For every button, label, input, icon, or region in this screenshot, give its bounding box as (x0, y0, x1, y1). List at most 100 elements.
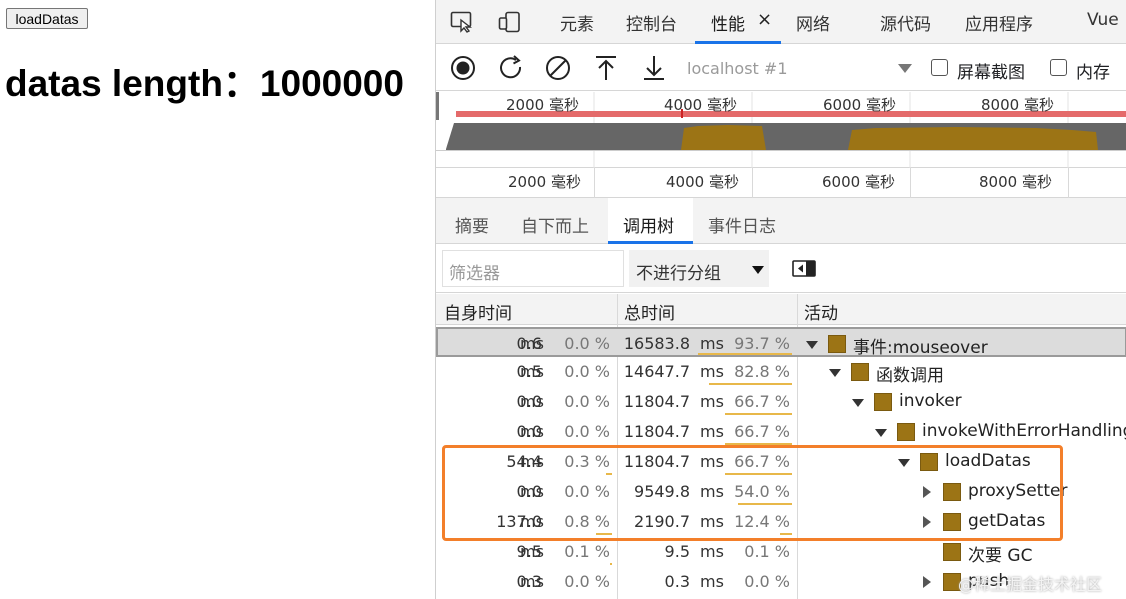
self-time-unit: ms (520, 572, 544, 591)
column-activity[interactable]: 活动 (804, 299, 838, 324)
self-time-percent: 0.0 % (564, 572, 610, 591)
total-time-bar (725, 413, 792, 415)
chevron-down-icon (806, 341, 818, 349)
call-tree-row[interactable]: 9.5 ms 0.1 % 9.5 ms 0.1 % 次要 GC (436, 537, 1126, 567)
chevron-down-icon (752, 266, 764, 274)
tab-event-log[interactable]: 事件日志 (708, 212, 776, 237)
activity-name: invoker (899, 391, 962, 411)
grouping-select-value: 不进行分组 (636, 264, 721, 284)
ruler-tick: 4000 毫秒 (666, 173, 739, 191)
download-profile-icon[interactable] (640, 54, 668, 82)
self-time-unit: ms (520, 422, 544, 441)
active-subtab-indicator (608, 241, 693, 244)
tab-network[interactable]: 网络 (796, 10, 830, 35)
page-viewport: loadDatas datas length：1000000 (0, 0, 435, 599)
call-tree-row[interactable]: 0.5 ms 0.0 % 14647.7 ms 82.8 % 函数调用 (436, 357, 1126, 387)
self-time-percent: 0.0 % (564, 392, 610, 411)
screenshots-label: 屏幕截图 (957, 63, 1025, 83)
overview-tick: 2000 毫秒 (506, 96, 579, 114)
call-tree-header: 自身时间 总时间 活动 (436, 294, 1126, 325)
upload-profile-icon[interactable] (592, 54, 620, 82)
total-time-unit: ms (700, 392, 724, 411)
self-time-percent: 0.1 % (564, 542, 610, 561)
reload-record-icon[interactable] (497, 54, 525, 82)
total-time-unit: ms (700, 362, 724, 381)
ruler-tick: 2000 毫秒 (508, 173, 581, 191)
timeline-overview[interactable]: 2000 毫秒 4000 毫秒 6000 毫秒 8000 毫秒 (436, 92, 1126, 168)
activity-color-swatch (851, 363, 869, 381)
screenshots-checkbox[interactable] (931, 59, 948, 76)
total-time-value: 14647.7 (623, 362, 690, 381)
performance-toolbar: localhost #1 屏幕截图 内存 (436, 45, 1126, 91)
total-time-value: 9.5 (664, 542, 690, 561)
overview-tick: 6000 毫秒 (823, 96, 896, 114)
overview-tick: 8000 毫秒 (981, 96, 1054, 114)
inspect-element-icon[interactable] (450, 11, 474, 33)
tab-console[interactable]: 控制台 (626, 10, 677, 35)
tab-sources[interactable]: 源代码 (880, 10, 931, 35)
activity-name: 函数调用 (876, 366, 944, 386)
activity-name: invokeWithErrorHandling (922, 421, 1126, 441)
total-time-bar (709, 383, 792, 385)
column-self-time[interactable]: 自身时间 (444, 299, 512, 324)
total-time-percent: 93.7 % (734, 334, 790, 353)
tab-bottom-up[interactable]: 自下而上 (521, 212, 589, 237)
details-tabbar: 摘要 自下而上 调用树 事件日志 (436, 198, 1126, 244)
self-time-unit: ms (520, 392, 544, 411)
call-tree-row[interactable]: 0.0 ms 0.0 % 11804.7 ms 66.7 % invokeWithError… (436, 417, 1126, 447)
target-select[interactable]: localhost #1 (687, 59, 788, 78)
chevron-down-icon[interactable] (898, 64, 912, 73)
tab-performance-close-icon[interactable]: × (757, 9, 772, 30)
self-time-unit: ms (520, 334, 544, 353)
active-tab-indicator (695, 41, 781, 44)
ruler-gridline (1068, 168, 1069, 198)
call-tree-row[interactable]: 0.0 ms 0.0 % 11804.7 ms 66.7 % invoker (436, 387, 1126, 417)
show-heaviest-stack-icon[interactable] (792, 260, 816, 277)
highlight-annotation (442, 445, 1063, 541)
tab-vue[interactable]: Vue (1087, 10, 1119, 30)
total-time-value: 0.3 (664, 572, 690, 591)
load-datas-button[interactable]: loadDatas (6, 8, 88, 29)
total-time-percent: 66.7 % (734, 392, 790, 411)
record-icon[interactable] (449, 54, 477, 82)
ruler-gridline (752, 168, 753, 198)
activity-color-swatch (828, 335, 846, 353)
total-time-unit: ms (700, 334, 724, 353)
clear-icon[interactable] (544, 54, 572, 82)
activity-color-swatch (897, 423, 915, 441)
self-time-percent: 0.0 % (564, 334, 610, 353)
ruler-gridline (594, 168, 595, 198)
self-time-bar (610, 563, 612, 565)
column-total-time[interactable]: 总时间 (624, 299, 675, 324)
self-time-percent: 0.0 % (564, 362, 610, 381)
device-toolbar-icon[interactable] (498, 11, 522, 33)
total-time-unit: ms (700, 422, 724, 441)
total-time-percent: 0.0 % (744, 572, 790, 591)
tab-summary[interactable]: 摘要 (455, 212, 489, 237)
tab-application[interactable]: 应用程序 (965, 10, 1033, 35)
devtools-tabbar: 元素 控制台 性能 × 网络 源代码 应用程序 Vue (436, 0, 1126, 44)
tab-performance[interactable]: 性能 (711, 10, 745, 35)
grouping-select[interactable]: 不进行分组 (629, 250, 769, 287)
filter-input[interactable]: 筛选器 (442, 250, 624, 287)
tab-call-tree[interactable]: 调用树 (623, 212, 674, 237)
total-time-unit: ms (700, 572, 724, 591)
total-time-percent: 66.7 % (734, 422, 790, 441)
total-time-bar (698, 353, 792, 355)
self-time-percent: 0.0 % (564, 422, 610, 441)
activity-name: 次要 GC (968, 546, 1033, 566)
total-time-value: 16583.8 (623, 334, 690, 353)
filter-bar: 筛选器 不进行分组 (436, 245, 1126, 293)
call-tree-row[interactable]: 0.6 ms 0.0 % 16583.8 ms 93.7 % 事件:mouseover (436, 327, 1126, 358)
chevron-down-icon (852, 399, 864, 407)
tab-elements[interactable]: 元素 (560, 10, 594, 35)
self-time-unit: ms (520, 362, 544, 381)
memory-checkbox[interactable] (1050, 59, 1067, 76)
activity-color-swatch (943, 543, 961, 561)
total-time-unit: ms (700, 542, 724, 561)
chevron-right-icon (923, 576, 931, 588)
ruler-gridline (910, 168, 911, 198)
timeline-ruler: 2000 毫秒 4000 毫秒 6000 毫秒 8000 毫秒 (436, 168, 1126, 198)
total-time-value: 11804.7 (623, 392, 690, 411)
activity-color-swatch (874, 393, 892, 411)
